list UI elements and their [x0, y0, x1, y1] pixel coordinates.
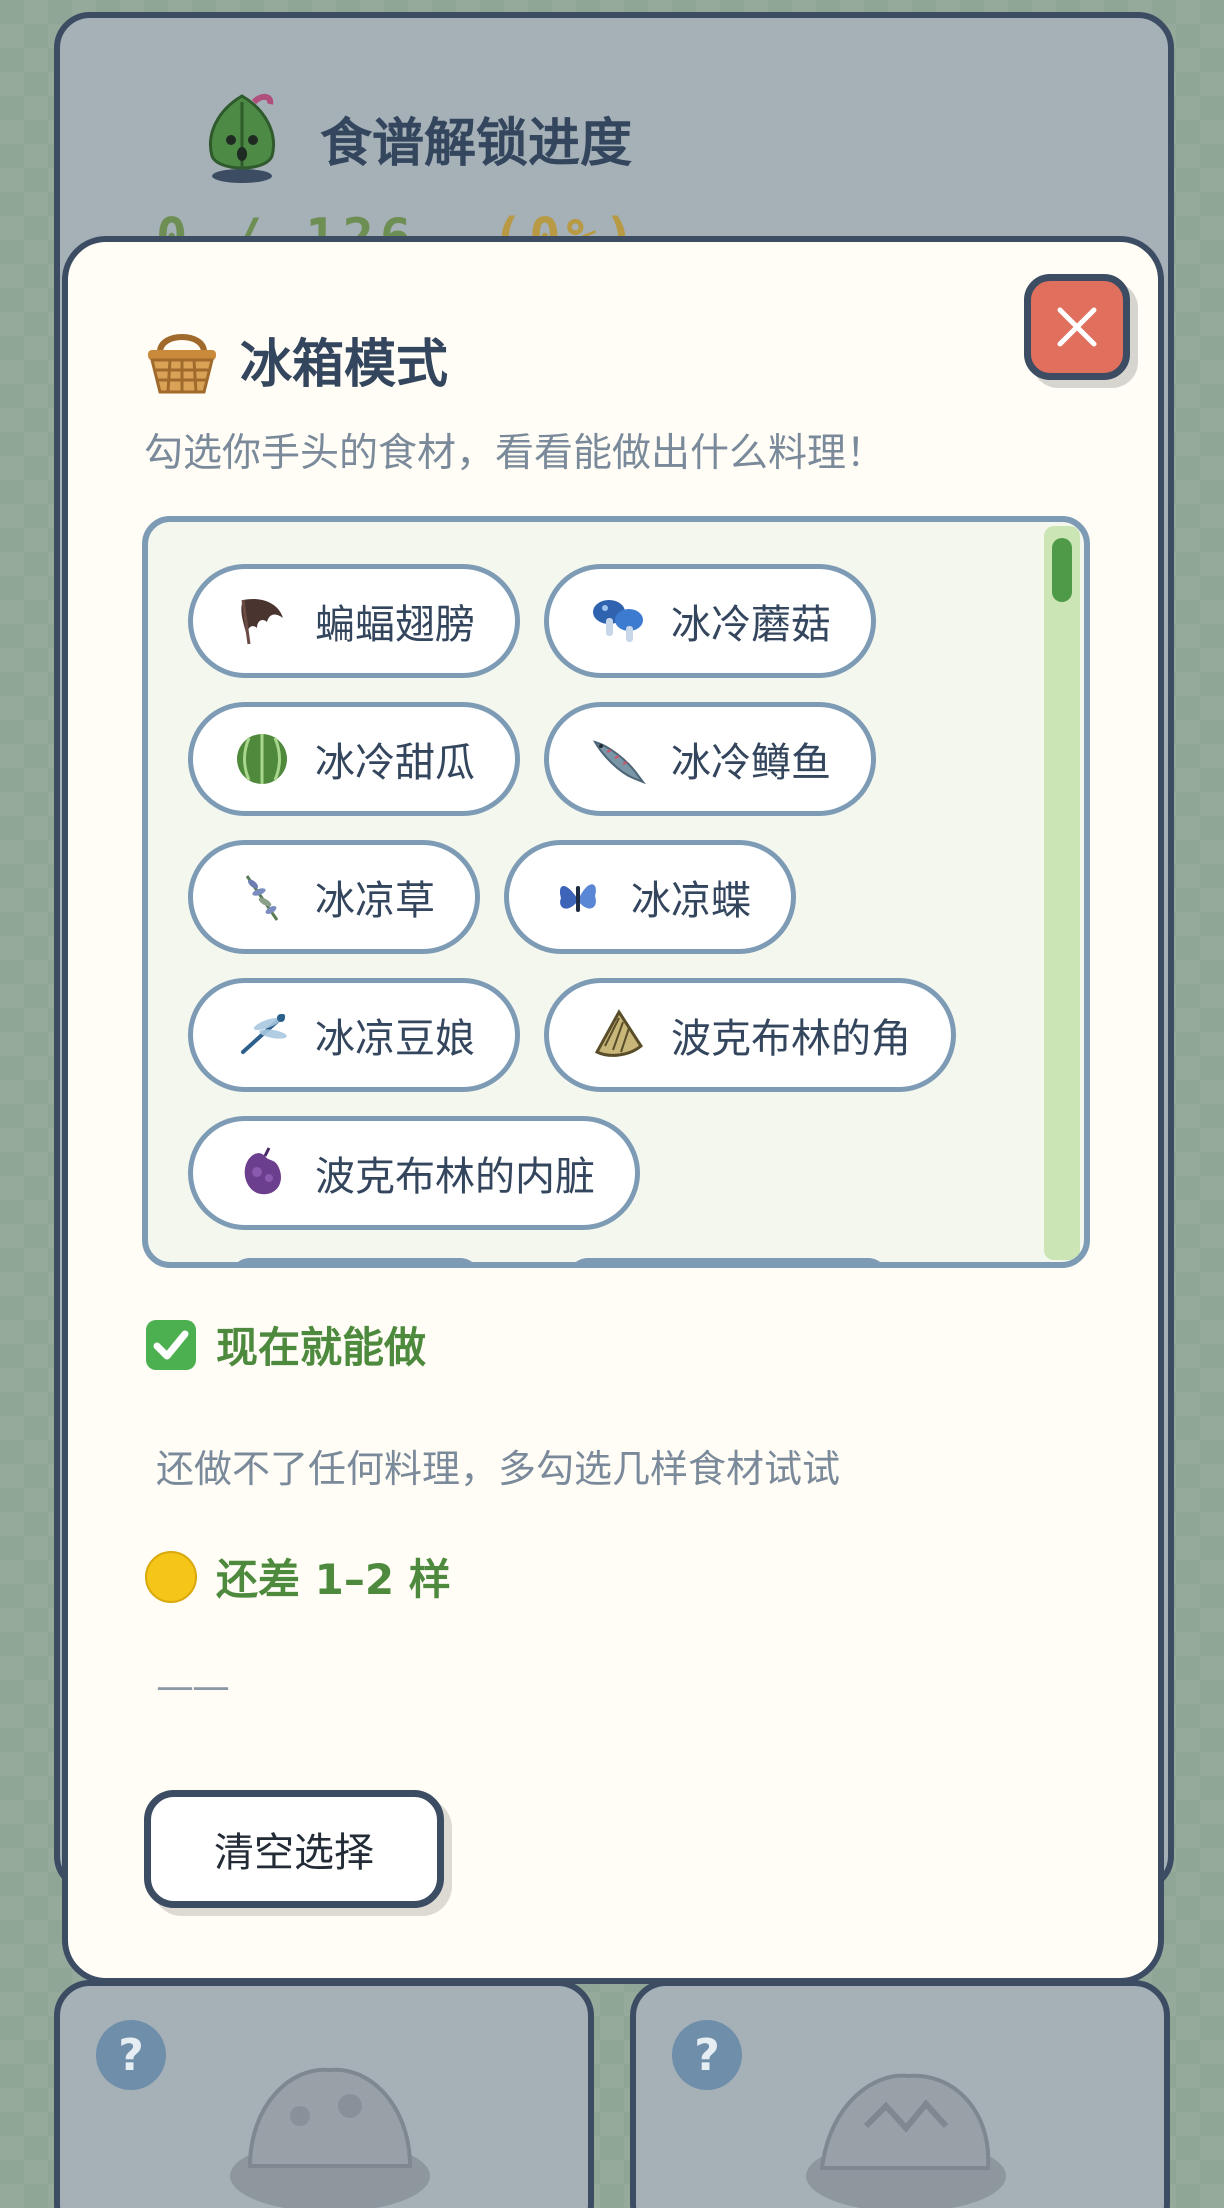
melon-icon	[237, 734, 287, 784]
ingredient-list[interactable]: 蝙蝠翅膀 冰冷蘑菇 冰冷甜瓜 冰冷鳟鱼 冰凉草 冰凉蝶 冰凉豆娘 波克布林的角 …	[142, 516, 1090, 1268]
ingredient-chip[interactable]: 冰凉草	[188, 840, 480, 954]
blue-mushroom-icon	[593, 600, 643, 642]
ingredient-label: 冰凉豆娘	[315, 1016, 475, 1062]
ingredient-label: 冰冷甜瓜	[315, 740, 475, 786]
ingredient-chip[interactable]: 冰冷鳟鱼	[544, 702, 876, 816]
modal-title: 冰箱模式	[240, 335, 449, 395]
can-make-empty-text: 还做不了任何料理，多勾选几样食材试试	[156, 1447, 841, 1491]
ingredient-chip[interactable]: 波克布林的内脏	[188, 1116, 640, 1230]
ingredient-chip[interactable]: 冰冷甜瓜	[188, 702, 520, 816]
close-icon	[1057, 307, 1097, 347]
ingredient-label: 冰凉草	[315, 878, 435, 924]
ingredient-chip-peek	[230, 1258, 480, 1262]
check-icon	[146, 1319, 196, 1370]
fridge-mode-modal: 冰箱模式 勾选你手头的食材，看看能做出什么料理！ 蝙蝠翅膀 冰冷蘑菇 冰冷甜瓜 …	[62, 236, 1164, 1984]
modal-header: 冰箱模式	[144, 322, 448, 397]
dish-silhouette-icon	[230, 2067, 430, 2208]
close-button[interactable]	[1024, 274, 1130, 380]
ingredient-label: 蝙蝠翅膀	[315, 602, 475, 648]
ingredient-chip[interactable]: 波克布林的角	[544, 978, 956, 1092]
can-make-header: 现在就能做	[144, 1314, 426, 1375]
almost-header: 还差 1–2 样	[144, 1546, 451, 1607]
ingredient-label: 波克布林的角	[671, 1016, 911, 1062]
unknown-badge: ?	[96, 2020, 166, 2090]
scrollbar-thumb[interactable]	[1052, 538, 1072, 602]
unknown-badge: ?	[672, 2020, 742, 2090]
trout-icon	[592, 740, 646, 785]
butterfly-icon	[559, 884, 596, 912]
ingredient-label: 冰冷鳟鱼	[671, 740, 831, 786]
yellow-circle-icon	[145, 1550, 197, 1603]
ingredient-chip[interactable]: 冰冷蘑菇	[544, 564, 876, 678]
modal-subtitle: 勾选你手头的食材，看看能做出什么料理！	[144, 431, 886, 476]
progress-title: 食谱解锁进度	[320, 113, 633, 174]
recipe-card[interactable]: ?	[54, 1980, 594, 2208]
herb-icon	[245, 875, 279, 921]
dish-silhouette-icon	[806, 2073, 1006, 2208]
guts-icon	[244, 1147, 281, 1195]
korok-leaf-icon	[209, 94, 275, 183]
recipe-card[interactable]: ?	[630, 1980, 1170, 2208]
ingredient-chip[interactable]: 冰凉蝶	[504, 840, 796, 954]
ingredient-label: 波克布林的内脏	[315, 1154, 595, 1200]
ingredient-chip-grid: 蝙蝠翅膀 冰冷蘑菇 冰冷甜瓜 冰冷鳟鱼 冰凉草 冰凉蝶 冰凉豆娘 波克布林的角 …	[188, 564, 1028, 1230]
ingredient-label: 冰凉蝶	[631, 878, 751, 924]
basket-icon	[148, 333, 216, 393]
dragonfly-icon	[241, 1014, 287, 1054]
horn-icon	[594, 1009, 643, 1057]
almost-title: 还差 1–2 样	[216, 1555, 451, 1604]
bat-wing-icon	[241, 598, 283, 645]
ingredient-chip-peek	[568, 1258, 888, 1262]
can-make-title: 现在就能做	[216, 1323, 427, 1372]
clear-selection-button[interactable]: 清空选择	[144, 1790, 444, 1908]
ingredient-label: 冰冷蘑菇	[671, 602, 831, 648]
ingredient-chip[interactable]: 冰凉豆娘	[188, 978, 520, 1092]
almost-empty-text: ——	[156, 1664, 230, 1708]
ingredient-chip[interactable]: 蝙蝠翅膀	[188, 564, 520, 678]
progress-header: 食谱解锁进度	[198, 90, 632, 186]
ingredient-scrollbar[interactable]	[1044, 526, 1080, 1260]
